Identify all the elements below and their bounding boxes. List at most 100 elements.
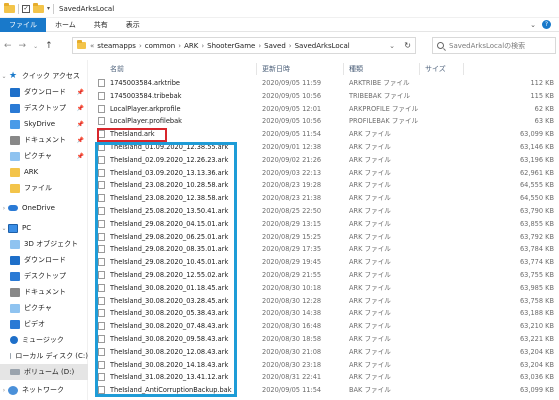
divider[interactable] bbox=[256, 63, 257, 75]
file-icon bbox=[98, 91, 105, 100]
sidebar-item-documents-pc[interactable]: ドキュメント bbox=[0, 284, 88, 300]
file-size: 63,196 KB bbox=[519, 155, 554, 164]
divider[interactable] bbox=[343, 63, 344, 75]
sidebar-item-drive-d[interactable]: ボリューム (D:) bbox=[0, 364, 88, 380]
tab-home[interactable]: ホーム bbox=[46, 18, 85, 32]
breadcrumb-ark[interactable]: ARK bbox=[184, 42, 198, 50]
sidebar-item-drive-c[interactable]: ローカル ディスク (C:) bbox=[0, 348, 88, 364]
file-type: ARK ファイル bbox=[349, 219, 391, 228]
file-size: 63,774 KB bbox=[519, 258, 554, 267]
sort-caret-icon: ^ bbox=[123, 60, 128, 64]
up-icon[interactable]: ↑ bbox=[45, 41, 53, 51]
divider[interactable] bbox=[463, 63, 464, 75]
search-placeholder: SavedArksLocalの検索 bbox=[449, 41, 526, 50]
divider[interactable] bbox=[419, 63, 420, 75]
chevron-down-icon[interactable]: ⌄ bbox=[0, 225, 8, 232]
properties-icon[interactable]: ✓ bbox=[22, 4, 30, 13]
sidebar-item-ark[interactable]: ARK bbox=[0, 164, 88, 180]
help-icon[interactable]: ? bbox=[542, 20, 551, 29]
recent-chevron-icon[interactable]: ⌄ bbox=[33, 43, 38, 50]
refresh-icon[interactable]: ↻ bbox=[404, 41, 411, 50]
breadcrumb-common[interactable]: common bbox=[145, 42, 176, 50]
column-header-size[interactable]: サイズ bbox=[425, 63, 446, 75]
pin-icon: 📌 bbox=[76, 136, 84, 144]
expand-ribbon-icon[interactable]: ⌄ bbox=[530, 21, 536, 29]
file-icon bbox=[98, 79, 105, 87]
file-type: ARK ファイル bbox=[349, 347, 391, 356]
file-type: ARK ファイル bbox=[349, 194, 391, 203]
folder-icon bbox=[77, 40, 86, 49]
sidebar-item-documents[interactable]: ドキュメント 📌 bbox=[0, 132, 88, 148]
table-row[interactable]: 1745003584.tribebak 2020/09/05 10:56 TRIBE… bbox=[96, 90, 556, 102]
tab-file[interactable]: ファイル bbox=[0, 17, 46, 32]
table-row[interactable]: LocalPlayer.arkprofile 2020/09/05 12:01 AR… bbox=[96, 103, 556, 115]
sidebar-item-3d-objects[interactable]: 3D オブジェクト bbox=[0, 236, 88, 252]
sidebar-item-desktop[interactable]: デスクトップ 📌 bbox=[0, 100, 88, 116]
sidebar-item-pc[interactable]: ⌄ PC bbox=[0, 220, 88, 236]
file-size: 63,790 KB bbox=[519, 207, 554, 215]
tab-view[interactable]: 表示 bbox=[117, 18, 149, 32]
breadcrumb-shootergame[interactable]: ShooterGame bbox=[207, 42, 255, 50]
file-size: 63,210 KB bbox=[519, 322, 554, 331]
sidebar-item-network[interactable]: › ネットワーク bbox=[0, 382, 88, 398]
sidebar-item-downloads[interactable]: ダウンロード 📌 bbox=[0, 84, 88, 100]
chevron-right-icon[interactable]: › bbox=[0, 387, 8, 394]
sidebar-item-desktop-pc[interactable]: デスクトップ bbox=[0, 268, 88, 284]
breadcrumb-steamapps[interactable]: steamapps bbox=[97, 42, 136, 50]
file-date: 2020/08/30 18:58 bbox=[262, 335, 322, 343]
breadcrumb-savedarkslocal[interactable]: SavedArksLocal bbox=[295, 42, 350, 50]
column-header-type[interactable]: 種類 bbox=[349, 63, 363, 75]
network-icon bbox=[8, 385, 18, 395]
breadcrumb-saved[interactable]: Saved bbox=[264, 42, 286, 50]
sidebar-item-pictures-pc[interactable]: ピクチャ bbox=[0, 300, 88, 316]
sidebar-item-label: 3D オブジェクト bbox=[24, 240, 79, 248]
table-row[interactable]: 1745003584.arktribe 2020/09/05 11:59 ARKTR… bbox=[96, 77, 556, 89]
sidebar-item-label: OneDrive bbox=[22, 204, 55, 212]
forward-icon[interactable]: → bbox=[19, 41, 27, 51]
address-bar[interactable]: « steamapps › common › ARK › ShooterGame… bbox=[72, 37, 416, 54]
column-header-name[interactable]: 名前 bbox=[110, 63, 124, 75]
file-size: 63,204 KB bbox=[519, 360, 554, 369]
file-type: ARK ファイル bbox=[349, 143, 391, 151]
sidebar-item-skydrive[interactable]: SkyDrive 📌 bbox=[0, 116, 88, 132]
file-size: 62,961 KB bbox=[519, 168, 554, 177]
sidebar-item-music[interactable]: ミュージック bbox=[0, 332, 88, 348]
file-size: 115 KB bbox=[530, 91, 554, 100]
sidebar-item-label: ダウンロード bbox=[24, 256, 66, 264]
file-date: 2020/08/29 15:25 bbox=[262, 232, 322, 241]
file-type: TRIBEBAK ファイル bbox=[349, 91, 411, 100]
pc-icon bbox=[8, 223, 18, 233]
divider bbox=[53, 3, 55, 14]
chevron-down-icon[interactable]: ⌄ bbox=[0, 73, 8, 80]
file-size: 63,099 KB bbox=[519, 386, 554, 395]
file-list: 名前 ^ 更新日時 種類 サイズ 1745003584.arktribe 2020… bbox=[88, 60, 559, 400]
sidebar-item-label: ファイル bbox=[24, 184, 52, 192]
file-date: 2020/08/30 10:18 bbox=[262, 283, 322, 292]
back-icon[interactable]: ← bbox=[4, 41, 12, 51]
sidebar-item-label: ピクチャ bbox=[24, 152, 52, 160]
file-size: 63,099 KB bbox=[519, 130, 554, 139]
sidebar-item-videos[interactable]: ビデオ bbox=[0, 316, 88, 332]
column-header-date[interactable]: 更新日時 bbox=[262, 63, 290, 75]
sidebar-item-pictures[interactable]: ピクチャ 📌 bbox=[0, 148, 88, 164]
address-dropdown-icon[interactable]: ⌄ bbox=[389, 42, 395, 50]
file-type: ARK ファイル bbox=[349, 271, 391, 279]
chevron-right-icon[interactable]: › bbox=[0, 205, 8, 212]
sidebar-item-files[interactable]: ファイル bbox=[0, 180, 88, 196]
download-icon bbox=[10, 255, 20, 265]
sidebar-item-quick-access[interactable]: ⌄ ★ クイック アクセス bbox=[0, 68, 88, 84]
file-type: ARK ファイル bbox=[349, 309, 391, 318]
sidebar-item-onedrive[interactable]: › OneDrive bbox=[0, 200, 88, 216]
sidebar-item-label: ARK bbox=[24, 168, 39, 176]
table-row[interactable]: LocalPlayer.profilebak 2020/09/05 10:56 PR… bbox=[96, 115, 556, 127]
sidebar-item-downloads-pc[interactable]: ダウンロード bbox=[0, 252, 88, 268]
breadcrumb-separator: › bbox=[201, 41, 205, 50]
file-type: ARK ファイル bbox=[349, 360, 391, 369]
new-folder-icon[interactable] bbox=[33, 2, 44, 13]
file-type: ARKTRIBE ファイル bbox=[349, 79, 410, 87]
chevron-down-icon[interactable]: ▾ bbox=[47, 5, 50, 12]
file-type: ARK ファイル bbox=[349, 296, 391, 305]
search-box[interactable]: SavedArksLocalの検索 bbox=[432, 37, 556, 54]
window-title: SavedArksLocal bbox=[59, 4, 115, 13]
tab-share[interactable]: 共有 bbox=[85, 18, 117, 32]
